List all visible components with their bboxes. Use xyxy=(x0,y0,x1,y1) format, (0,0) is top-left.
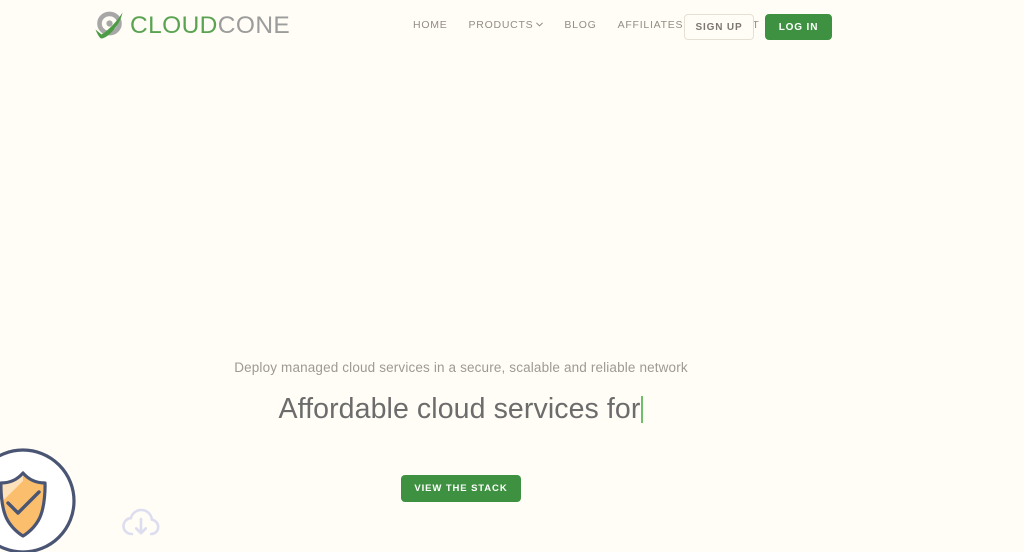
brand-wordmark: CLOUDCONE xyxy=(130,14,290,39)
cloudcone-swoosh-logo-icon xyxy=(92,9,126,43)
nav-item-blog-label: BLOG xyxy=(564,20,596,31)
nav-item-affiliates[interactable]: AFFILIATES xyxy=(618,20,684,31)
brand-wordmark-primary: CLOUD xyxy=(130,12,218,39)
chevron-down-icon xyxy=(536,21,543,28)
hero-title: Affordable cloud services for xyxy=(279,393,641,425)
security-shield-badge-icon xyxy=(0,446,78,552)
brand-logo-link[interactable]: CLOUDCONE xyxy=(92,9,290,43)
hero-title-wrapper: Affordable cloud services for xyxy=(0,392,922,426)
typing-cursor xyxy=(641,396,643,423)
header-actions: SIGN UP LOG IN xyxy=(684,14,832,40)
view-the-stack-button[interactable]: VIEW THE STACK xyxy=(401,475,521,502)
nav-item-home-label: HOME xyxy=(413,20,448,31)
nav-item-home[interactable]: HOME xyxy=(413,20,448,31)
site-header: CLOUDCONE HOME PRODUCTS BLOG AFFILIATES … xyxy=(0,0,1024,54)
hero-section: Deploy managed cloud services in a secur… xyxy=(0,0,1024,552)
nav-item-products-label: PRODUCTS xyxy=(469,20,534,31)
sign-up-button[interactable]: SIGN UP xyxy=(684,14,754,40)
nav-item-blog[interactable]: BLOG xyxy=(564,20,596,31)
nav-item-affiliates-label: AFFILIATES xyxy=(618,20,684,31)
hero-subtitle: Deploy managed cloud services in a secur… xyxy=(0,359,922,378)
log-in-button[interactable]: LOG IN xyxy=(765,14,832,40)
cloud-download-icon xyxy=(121,507,161,541)
nav-item-products[interactable]: PRODUCTS xyxy=(469,20,544,31)
brand-wordmark-secondary: CONE xyxy=(218,12,290,39)
